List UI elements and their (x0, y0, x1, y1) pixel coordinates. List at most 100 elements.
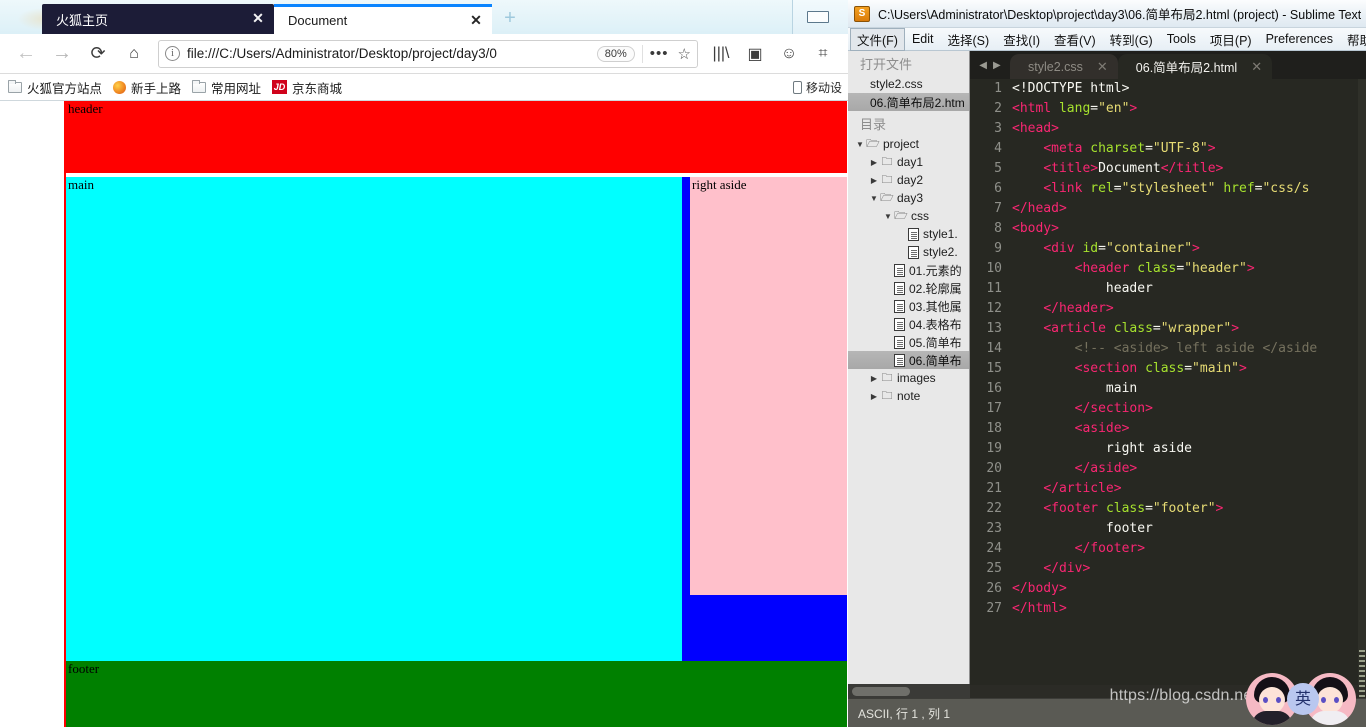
sidebar-horizontal-scrollbar[interactable] (848, 684, 970, 698)
bookmark-item-mobile-device[interactable]: 移动设 (792, 79, 842, 96)
code-text[interactable]: <footer class="footer"> (1012, 499, 1223, 519)
code-text[interactable]: <meta charset="UTF-8"> (1012, 139, 1215, 159)
code-text[interactable]: <!-- <aside> left aside </aside (1012, 339, 1318, 359)
page-actions-icon[interactable]: ••• (650, 45, 669, 62)
open-file-item-0[interactable]: style2.css (848, 75, 969, 93)
chevron-right-icon[interactable]: ▶ (993, 60, 1001, 71)
code-text[interactable]: <header class="header"> (1012, 259, 1255, 279)
code-text[interactable]: header (1012, 279, 1153, 299)
tree-item-10[interactable]: 04.表格布 (848, 315, 969, 333)
code-text[interactable]: <body> (1012, 219, 1059, 239)
code-text[interactable]: <div id="container"> (1012, 239, 1200, 259)
code-text[interactable]: </header> (1012, 299, 1113, 319)
jd-icon: JD (272, 80, 288, 94)
code-text[interactable]: <html lang="en"> (1012, 99, 1137, 119)
tree-item-7[interactable]: 01.元素的 (848, 261, 969, 279)
address-bar[interactable]: i file:///C:/Users/Administrator/Desktop… (158, 39, 698, 68)
code-text[interactable]: <section class="main"> (1012, 359, 1247, 379)
reload-button[interactable]: ⟳ (82, 38, 114, 70)
home-button[interactable]: ⌂ (118, 38, 150, 70)
account-icon[interactable]: ☺ (772, 45, 806, 63)
editor-tab-layout-html[interactable]: 06.简单布局2.html ✕ (1117, 54, 1273, 79)
tree-item-9[interactable]: 03.其他属 (848, 297, 969, 315)
code-text[interactable]: <aside> (1012, 419, 1130, 439)
code-text[interactable]: </article> (1012, 479, 1121, 499)
menu-item-4[interactable]: 查看(V) (1047, 28, 1103, 51)
code-text[interactable]: <title>Document</title> (1012, 159, 1223, 179)
bookmark-star-icon[interactable]: ☆ (678, 45, 691, 63)
code-text[interactable]: <!DOCTYPE html> (1012, 79, 1129, 99)
chevron-down-icon[interactable]: ▼ (882, 212, 894, 221)
tree-item-4[interactable]: ▼ 🗁 css (848, 207, 969, 225)
sidebar-icon[interactable]: ▣ (738, 44, 772, 64)
bookmark-item-jd[interactable]: JD 京东商城 (272, 78, 342, 97)
code-text[interactable]: <article class="wrapper"> (1012, 319, 1239, 339)
bookmark-item-beginner[interactable]: 新手上路 (113, 78, 181, 97)
chevron-right-icon[interactable]: ▶ (868, 176, 880, 185)
menu-item-6[interactable]: Tools (1160, 30, 1203, 48)
menu-item-5[interactable]: 转到(G) (1103, 28, 1160, 51)
menu-item-2[interactable]: 选择(S) (941, 28, 997, 51)
sublime-sidebar[interactable]: 打开文件 style2.css 06.简单布局2.htm 目录 ▼ 🗁 project ▶ 🗀 d… (848, 51, 970, 706)
screenshot-icon[interactable]: ⌗ (806, 45, 840, 63)
tab-nav-arrows[interactable]: ◀ ▶ (970, 51, 1010, 79)
menu-item-0[interactable]: 文件(F) (850, 27, 905, 51)
editor-tab-style2-css[interactable]: style2.css ✕ (1010, 54, 1118, 79)
tree-item-13[interactable]: ▶ 🗀 images (848, 369, 969, 387)
minimap[interactable] (1358, 79, 1366, 685)
forward-button[interactable]: → (46, 38, 78, 70)
code-text[interactable]: </body> (1012, 579, 1067, 599)
chevron-down-icon[interactable]: ▼ (868, 194, 880, 203)
tree-item-12[interactable]: 06.简单布 (848, 351, 969, 369)
open-file-item-1[interactable]: 06.简单布局2.htm (848, 93, 969, 111)
code-text[interactable]: right aside (1012, 439, 1192, 459)
close-icon[interactable]: ✕ (250, 11, 266, 27)
code-text[interactable]: footer (1012, 519, 1153, 539)
chevron-down-icon[interactable]: ▼ (854, 140, 866, 149)
code-text[interactable]: </html> (1012, 599, 1067, 619)
close-icon[interactable]: ✕ (468, 13, 484, 29)
code-text[interactable]: </head> (1012, 199, 1067, 219)
zoom-level-badge[interactable]: 80% (596, 45, 635, 62)
tree-item-3[interactable]: ▼ 🗁 day3 (848, 189, 969, 207)
tree-item-11[interactable]: 05.简单布 (848, 333, 969, 351)
scrollbar-thumb[interactable] (852, 687, 910, 696)
tree-item-0[interactable]: ▼ 🗁 project (848, 135, 969, 153)
site-info-icon[interactable]: i (165, 46, 180, 61)
close-icon[interactable]: ✕ (1251, 59, 1262, 75)
new-tab-button[interactable]: + (500, 8, 520, 29)
folder-icon (192, 79, 207, 93)
menu-item-3[interactable]: 查找(I) (996, 28, 1047, 51)
code-text[interactable]: </div> (1012, 559, 1090, 579)
chevron-left-icon[interactable]: ◀ (979, 60, 987, 71)
close-icon[interactable]: ✕ (1097, 59, 1108, 75)
code-text[interactable]: main (1012, 379, 1137, 399)
tree-item-2[interactable]: ▶ 🗀 day2 (848, 171, 969, 189)
code-text[interactable]: </footer> (1012, 539, 1145, 559)
library-icon[interactable]: |||\ (704, 45, 738, 63)
bookmark-item-common-sites[interactable]: 常用网址 (192, 78, 261, 97)
menu-item-8[interactable]: Preferences (1259, 30, 1340, 48)
code-text[interactable]: <link rel="stylesheet" href="css/s (1012, 179, 1309, 199)
token-plain: footer (1012, 521, 1153, 536)
menu-item-9[interactable]: 帮助 (1340, 28, 1366, 51)
tree-item-5[interactable]: style1. (848, 225, 969, 243)
chevron-right-icon[interactable]: ▶ (868, 374, 880, 383)
menu-item-7[interactable]: 项目(P) (1203, 28, 1259, 51)
code-text[interactable]: </aside> (1012, 459, 1138, 479)
tree-item-6[interactable]: style2. (848, 243, 969, 261)
tree-item-8[interactable]: 02.轮廓属 (848, 279, 969, 297)
browser-tab-document[interactable]: Document ✕ (274, 4, 492, 34)
back-button[interactable]: ← (10, 38, 42, 70)
code-text[interactable]: <head> (1012, 119, 1059, 139)
code-editor[interactable]: 1 <!DOCTYPE html> 2 <html lang="en"> 3 <head>… (970, 79, 1366, 685)
chevron-right-icon[interactable]: ▶ (868, 158, 880, 167)
chevron-right-icon[interactable]: ▶ (868, 392, 880, 401)
browser-tab-firefox-home[interactable]: 火狐主页 ✕ (42, 4, 274, 34)
menu-item-1[interactable]: Edit (905, 30, 941, 48)
code-text[interactable]: </section> (1012, 399, 1153, 419)
tree-item-14[interactable]: ▶ 🗀 note (848, 387, 969, 405)
bookmark-item-firefox-official[interactable]: 火狐官方站点 (8, 78, 102, 97)
minimize-icon[interactable] (807, 11, 829, 23)
tree-item-1[interactable]: ▶ 🗀 day1 (848, 153, 969, 171)
